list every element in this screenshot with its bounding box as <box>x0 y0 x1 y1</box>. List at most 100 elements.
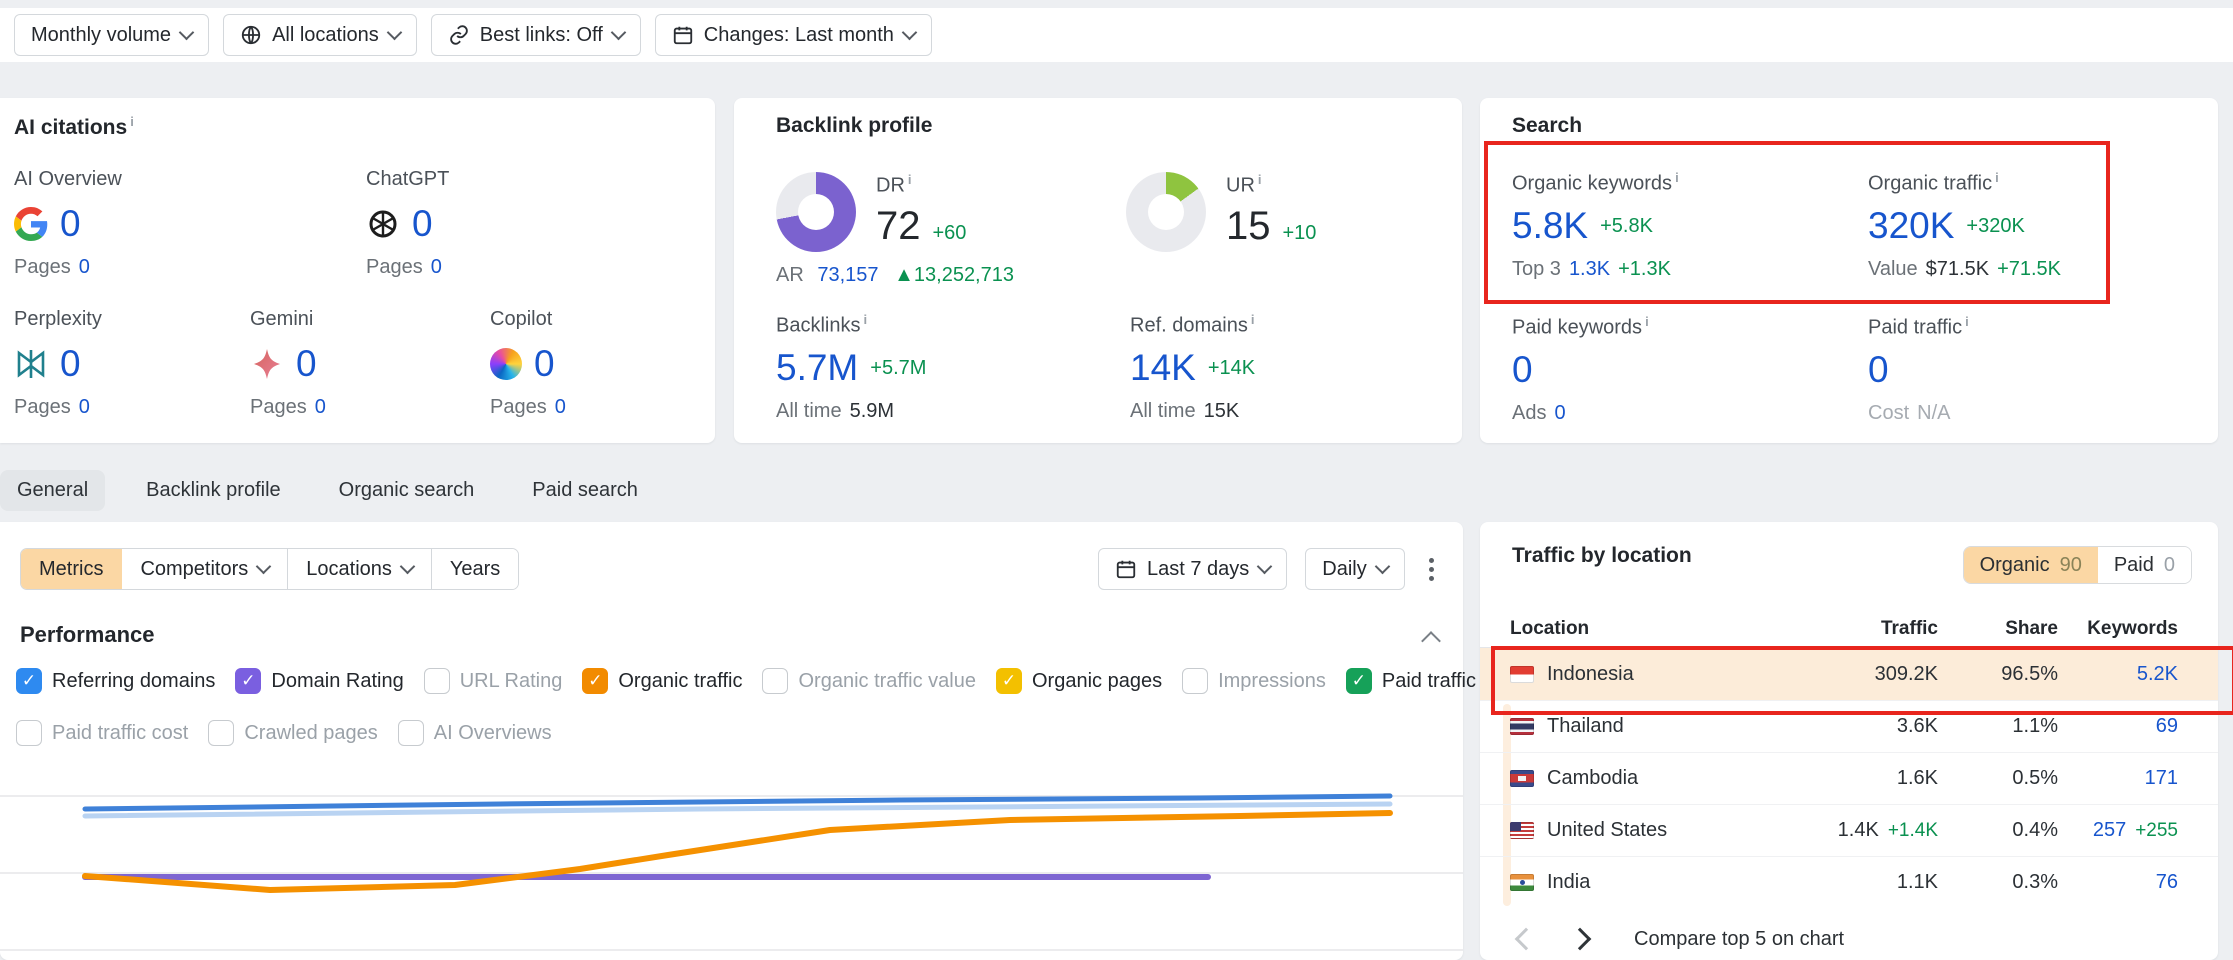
th-flag-icon <box>1510 718 1534 735</box>
keywords-link[interactable]: 76 <box>2156 871 2178 894</box>
metric-checkbox-crawled-pages[interactable]: Crawled pages <box>208 720 377 746</box>
copilot-pages-link[interactable]: 0 <box>555 396 566 418</box>
backlinks-value-link[interactable]: 5.7M <box>776 346 858 390</box>
chevron-down-icon <box>256 559 272 575</box>
checkbox-checked-icon: ✓ <box>582 668 608 694</box>
ar-delta: ▲13,252,713 <box>894 264 1014 286</box>
organic-traffic-value-link[interactable]: 320K <box>1868 204 1954 248</box>
gemini-metric: Gemini 0 Pages0 <box>250 308 326 419</box>
ads-link[interactable]: 0 <box>1554 402 1565 424</box>
share-value: 96.5% <box>2001 663 2058 686</box>
compare-top5-label[interactable]: Compare top 5 on chart <box>1634 928 1844 951</box>
ar-value-link[interactable]: 73,157 <box>817 264 878 286</box>
metric-checkbox-organic-pages[interactable]: ✓Organic pages <box>996 668 1162 694</box>
organic-count-badge: 90 <box>2060 554 2082 577</box>
metric-checkbox-domain-rating[interactable]: ✓Domain Rating <box>235 668 403 694</box>
segment-years[interactable]: Years <box>432 549 518 589</box>
metric-checkbox-label: Impressions <box>1218 670 1326 693</box>
info-icon[interactable]: i <box>1258 172 1262 187</box>
keywords-link[interactable]: 171 <box>2145 767 2178 790</box>
chatgpt-count[interactable]: 0 <box>412 202 433 246</box>
info-icon[interactable]: i <box>1645 314 1649 329</box>
organic-traffic-metric: Organic traffici 320K+320K Value$71.5K+7… <box>1868 170 2061 281</box>
collapse-chevron-up-icon[interactable] <box>1421 631 1441 651</box>
tab-backlink-profile[interactable]: Backlink profile <box>129 470 298 511</box>
ref-domains-value-link[interactable]: 14K <box>1130 346 1196 390</box>
ar-line: AR 73,157 ▲13,252,713 <box>776 264 1014 287</box>
info-icon[interactable]: i <box>1675 170 1679 185</box>
metric-checkbox-paid-traffic-cost[interactable]: Paid traffic cost <box>16 720 188 746</box>
more-options-kebab-icon[interactable] <box>1423 552 1440 587</box>
chatgpt-icon <box>366 207 400 241</box>
paid-traffic-value-link[interactable]: 0 <box>1868 348 1889 392</box>
granularity-dropdown[interactable]: Daily <box>1305 548 1404 590</box>
metric-checkbox-ai-overviews[interactable]: AI Overviews <box>398 720 552 746</box>
info-icon[interactable]: i <box>1995 170 1999 185</box>
metric-checkbox-organic-traffic-value[interactable]: Organic traffic value <box>762 668 976 694</box>
table-row-united-states[interactable]: United States1.4K+1.4K0.4%257+255 <box>1480 804 2218 856</box>
locations-dropdown[interactable]: All locations <box>223 14 417 56</box>
keywords-link[interactable]: 5.2K <box>2137 663 2178 686</box>
metric-checkbox-organic-traffic[interactable]: ✓Organic traffic <box>582 668 742 694</box>
metric-checkbox-impressions[interactable]: Impressions <box>1182 668 1326 694</box>
gemini-count[interactable]: 0 <box>296 342 317 386</box>
tab-paid-search[interactable]: Paid search <box>515 470 655 511</box>
changes-dropdown[interactable]: Changes: Last month <box>655 14 932 56</box>
tab-general[interactable]: General <box>0 470 105 511</box>
metric-checkbox-paid-traffic[interactable]: ✓Paid traffic <box>1346 668 1476 694</box>
page-next-chevron-icon[interactable] <box>1569 928 1592 951</box>
report-tabs: General Backlink profile Organic search … <box>0 470 655 511</box>
table-row-india[interactable]: India1.1K0.3%76 <box>1480 856 2218 908</box>
perplexity-count[interactable]: 0 <box>60 342 81 386</box>
metric-checkbox-referring-domains[interactable]: ✓Referring domains <box>16 668 215 694</box>
info-icon[interactable]: i <box>863 312 867 327</box>
organic-keywords-value-link[interactable]: 5.8K <box>1512 204 1588 248</box>
top3-link[interactable]: 1.3K <box>1569 258 1610 280</box>
country-name: India <box>1547 871 1590 894</box>
info-icon[interactable]: i <box>1251 312 1255 327</box>
page-previous-chevron-icon[interactable] <box>1515 928 1538 951</box>
table-row-indonesia[interactable]: Indonesia309.2K96.5%5.2K <box>1480 648 2218 700</box>
toggle-paid[interactable]: Paid 0 <box>2098 547 2191 583</box>
table-row-cambodia[interactable]: Cambodia1.6K0.5%171 <box>1480 752 2218 804</box>
date-range-dropdown[interactable]: Last 7 days <box>1098 548 1287 590</box>
keywords-link[interactable]: 257 <box>2093 819 2126 842</box>
segment-metrics[interactable]: Metrics <box>21 549 122 589</box>
ai-overview-metric: AI Overview 0 Pages0 <box>14 168 122 279</box>
performance-chart[interactable] <box>0 762 1463 960</box>
column-traffic[interactable]: Traffic <box>1748 618 1938 640</box>
segment-competitors[interactable]: Competitors <box>122 549 288 589</box>
toggle-organic[interactable]: Organic 90 <box>1964 547 2098 583</box>
info-icon[interactable]: i <box>130 114 134 129</box>
id-flag-icon <box>1510 666 1534 683</box>
column-keywords[interactable]: Keywords <box>2058 618 2178 640</box>
copilot-icon <box>490 348 522 380</box>
info-icon[interactable]: i <box>908 172 912 187</box>
best-links-dropdown[interactable]: Best links: Off <box>431 14 641 56</box>
monthly-volume-dropdown[interactable]: Monthly volume <box>14 14 209 56</box>
table-row-thailand[interactable]: Thailand3.6K1.1%69 <box>1480 700 2218 752</box>
chatgpt-pages-link[interactable]: 0 <box>431 256 442 278</box>
gemini-pages-link[interactable]: 0 <box>315 396 326 418</box>
keywords-link[interactable]: 69 <box>2156 715 2178 738</box>
metric-checkbox-label: AI Overviews <box>434 722 552 745</box>
tab-organic-search[interactable]: Organic search <box>322 470 492 511</box>
perplexity-pages-link[interactable]: 0 <box>79 396 90 418</box>
ai-overview-pages-link[interactable]: 0 <box>79 256 90 278</box>
info-icon[interactable]: i <box>1965 314 1969 329</box>
date-range-label: Last 7 days <box>1147 558 1249 581</box>
metric-checkbox-label: Organic pages <box>1032 670 1162 693</box>
chart-date-controls: Last 7 days Daily <box>1098 548 1440 590</box>
best-links-label: Best links: Off <box>480 24 603 47</box>
ai-overview-count[interactable]: 0 <box>60 202 81 246</box>
changes-label: Changes: Last month <box>704 24 894 47</box>
traffic-value: 3.6K <box>1897 715 1938 738</box>
column-share[interactable]: Share <box>1938 618 2058 640</box>
copilot-count[interactable]: 0 <box>534 342 555 386</box>
share-value: 0.3% <box>2012 871 2058 894</box>
segment-locations[interactable]: Locations <box>288 549 432 589</box>
paid-keywords-value-link[interactable]: 0 <box>1512 348 1533 392</box>
column-location[interactable]: Location <box>1510 618 1748 640</box>
metric-checkbox-url-rating[interactable]: URL Rating <box>424 668 563 694</box>
perplexity-metric: Perplexity 0 Pages0 <box>14 308 102 419</box>
